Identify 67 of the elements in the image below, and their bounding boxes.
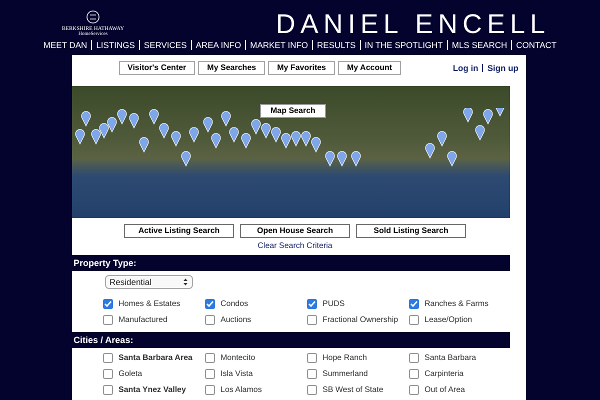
checkbox[interactable] — [204, 385, 214, 395]
search-button[interactable]: Sold Listing Search — [356, 224, 466, 238]
checkbox[interactable] — [306, 315, 316, 325]
section-header: Cities / Areas: — [72, 332, 510, 348]
nav-link[interactable]: IN THE SPOTLIGHT — [364, 38, 443, 52]
property-type-select[interactable]: Residential — [104, 275, 192, 289]
checkbox[interactable] — [408, 299, 418, 309]
checkbox[interactable] — [306, 369, 316, 379]
site-title: DANIEL ENCELL — [276, 10, 550, 38]
option-label: Hope Ranch — [322, 352, 367, 364]
option-label: Homes & Estates — [118, 298, 180, 310]
nav-link[interactable]: LISTINGS — [96, 38, 135, 52]
monogram-icon — [86, 10, 100, 24]
nav-link[interactable]: AREA INFO — [196, 38, 242, 52]
checkbox[interactable] — [408, 315, 418, 325]
option-label: SB West of State — [322, 384, 384, 396]
nav-link[interactable]: MEET DAN — [43, 38, 88, 52]
checkbox[interactable] — [102, 353, 112, 363]
option-label: Ranches & Farms — [424, 298, 489, 310]
option-label: Fractional Ownership — [322, 314, 398, 326]
nav-link[interactable]: RESULTS — [317, 38, 356, 52]
checkbox[interactable] — [306, 299, 316, 309]
checkbox[interactable] — [102, 299, 112, 309]
checkbox[interactable] — [204, 353, 214, 363]
signup-link[interactable]: Sign up — [487, 62, 518, 74]
checkbox[interactable] — [408, 353, 418, 363]
nav-link[interactable]: MLS SEARCH — [452, 38, 508, 52]
nav-link[interactable]: MARKET INFO — [250, 38, 308, 52]
checkbox[interactable] — [408, 369, 418, 379]
option-label: Montecito — [220, 352, 256, 364]
option-label: Manufactured — [118, 314, 168, 326]
option-label: Carpinteria — [424, 368, 464, 380]
checkbox[interactable] — [102, 369, 112, 379]
checkbox[interactable] — [102, 385, 112, 395]
checkbox[interactable] — [204, 315, 214, 325]
search-button[interactable]: Open House Search — [240, 224, 350, 238]
nav-link[interactable]: CONTACT — [516, 38, 557, 52]
search-button[interactable]: Active Listing Search — [124, 224, 234, 238]
checkbox[interactable] — [408, 385, 418, 395]
login-link[interactable]: Log in — [452, 62, 478, 74]
option-label: Santa Barbara Area — [118, 352, 192, 364]
checkbox[interactable] — [102, 315, 112, 325]
checkbox[interactable] — [204, 369, 214, 379]
option-label: Out of Area — [424, 384, 465, 396]
map-image[interactable]: Map Search — [72, 86, 510, 218]
option-label: Summerland — [322, 368, 368, 380]
select-arrows-icon — [182, 278, 188, 286]
account-tab[interactable]: My Favorites — [268, 61, 335, 75]
option-label: Lease/Option — [424, 314, 472, 326]
clear-search-link[interactable]: Clear Search Criteria — [258, 240, 332, 252]
option-label: Los Alamos — [220, 384, 262, 396]
option-label: Santa Ynez Valley — [118, 384, 186, 396]
option-label: Condos — [220, 298, 248, 310]
option-label: Goleta — [118, 368, 142, 380]
checkbox[interactable] — [306, 385, 316, 395]
option-label: Auctions — [220, 314, 252, 326]
account-tab[interactable]: My Account — [338, 61, 402, 75]
option-label: Isla Vista — [220, 368, 253, 380]
section-header: Property Type: — [72, 255, 510, 271]
map-search-button[interactable]: Map Search — [260, 104, 326, 118]
option-label: PUDS — [322, 298, 345, 310]
account-tab[interactable]: Visitor's Center — [118, 61, 196, 75]
option-label: Santa Barbara — [424, 352, 476, 364]
account-tab[interactable]: My Searches — [198, 61, 266, 75]
nav-link[interactable]: SERVICES — [144, 38, 187, 52]
checkbox[interactable] — [204, 299, 214, 309]
checkbox[interactable] — [306, 353, 316, 363]
